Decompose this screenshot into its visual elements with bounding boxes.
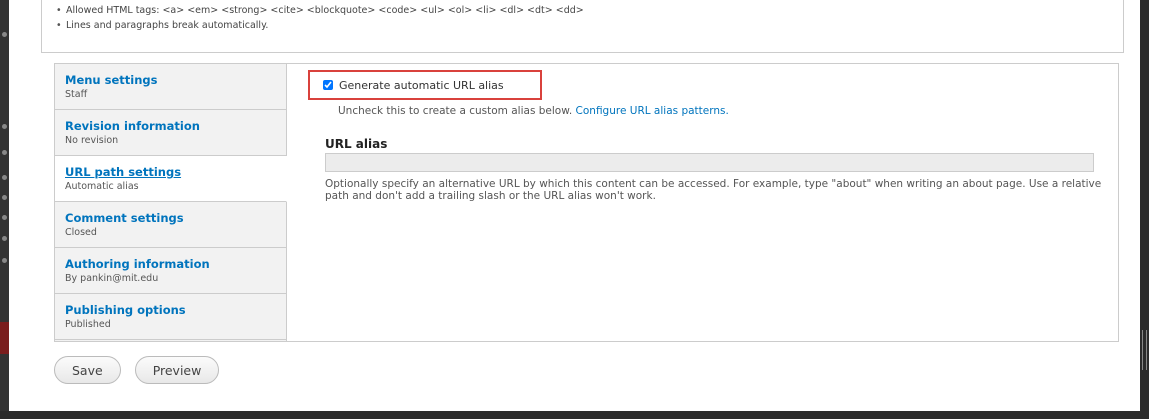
background-block	[0, 322, 9, 354]
tab-title: Revision information	[65, 119, 200, 133]
tab-title: Publishing options	[65, 303, 186, 317]
tab-title: Menu settings	[65, 73, 158, 87]
url-path-settings-pane: Generate automatic URL alias Uncheck thi…	[288, 64, 1118, 341]
auto-alias-description: Uncheck this to create a custom alias be…	[338, 105, 729, 117]
background-bullet	[2, 195, 7, 200]
tab-revision-information[interactable]: Revision information No revision	[55, 110, 286, 156]
tab-summary: Staff	[65, 89, 88, 100]
format-tip-line-breaks: Lines and paragraphs break automatically…	[56, 18, 1123, 33]
tab-summary: Published	[65, 319, 111, 330]
form-actions: Save Preview	[54, 356, 220, 384]
tab-summary: Automatic alias	[65, 181, 139, 192]
vertical-tabs: Menu settings Staff Revision information…	[54, 63, 1119, 342]
tab-publishing-options[interactable]: Publishing options Published	[55, 294, 286, 340]
auto-alias-highlight: Generate automatic URL alias	[308, 70, 542, 100]
tab-comment-settings[interactable]: Comment settings Closed	[55, 202, 286, 248]
background-bottom-edge	[0, 411, 1149, 419]
url-alias-label: URL alias	[325, 137, 388, 151]
tab-authoring-information[interactable]: Authoring information By pankin@mit.edu	[55, 248, 286, 294]
tab-summary: By pankin@mit.edu	[65, 273, 159, 284]
preview-button[interactable]: Preview	[134, 356, 220, 384]
tab-menu-settings[interactable]: Menu settings Staff	[55, 64, 286, 110]
tab-summary: Closed	[65, 227, 97, 238]
background-mark	[1142, 330, 1147, 370]
node-edit-form: Allowed HTML tags: <a> <em> <strong> <ci…	[9, 0, 1140, 411]
save-button[interactable]: Save	[54, 356, 121, 384]
background-bullet	[2, 215, 7, 220]
format-tips-list: Allowed HTML tags: <a> <em> <strong> <ci…	[42, 3, 1123, 33]
text-format-tips: Allowed HTML tags: <a> <em> <strong> <ci…	[41, 0, 1124, 53]
configure-url-alias-patterns-link[interactable]: Configure URL alias patterns.	[576, 105, 729, 117]
tab-url-path-settings[interactable]: URL path settings Automatic alias	[55, 156, 287, 202]
background-bullet	[2, 32, 7, 37]
background-left-edge	[0, 0, 9, 419]
tab-title: Comment settings	[65, 211, 184, 225]
tab-title: URL path settings	[65, 165, 182, 179]
tab-title: Authoring information	[65, 257, 210, 271]
background-right-edge	[1140, 0, 1149, 419]
url-alias-input[interactable]	[325, 153, 1094, 172]
background-bullet	[2, 236, 7, 241]
url-alias-description: Optionally specify an alternative URL by…	[325, 178, 1102, 202]
background-bullet	[2, 258, 7, 263]
vertical-tab-list: Menu settings Staff Revision information…	[55, 64, 287, 341]
auto-alias-checkbox[interactable]	[323, 80, 333, 90]
auto-alias-help-text: Uncheck this to create a custom alias be…	[338, 105, 573, 117]
background-bullet	[2, 124, 7, 129]
background-bullet	[2, 175, 7, 180]
background-bullet	[2, 150, 7, 155]
auto-alias-label[interactable]: Generate automatic URL alias	[339, 79, 504, 92]
tab-summary: No revision	[65, 135, 119, 146]
format-tip-allowed-tags: Allowed HTML tags: <a> <em> <strong> <ci…	[56, 3, 1123, 18]
